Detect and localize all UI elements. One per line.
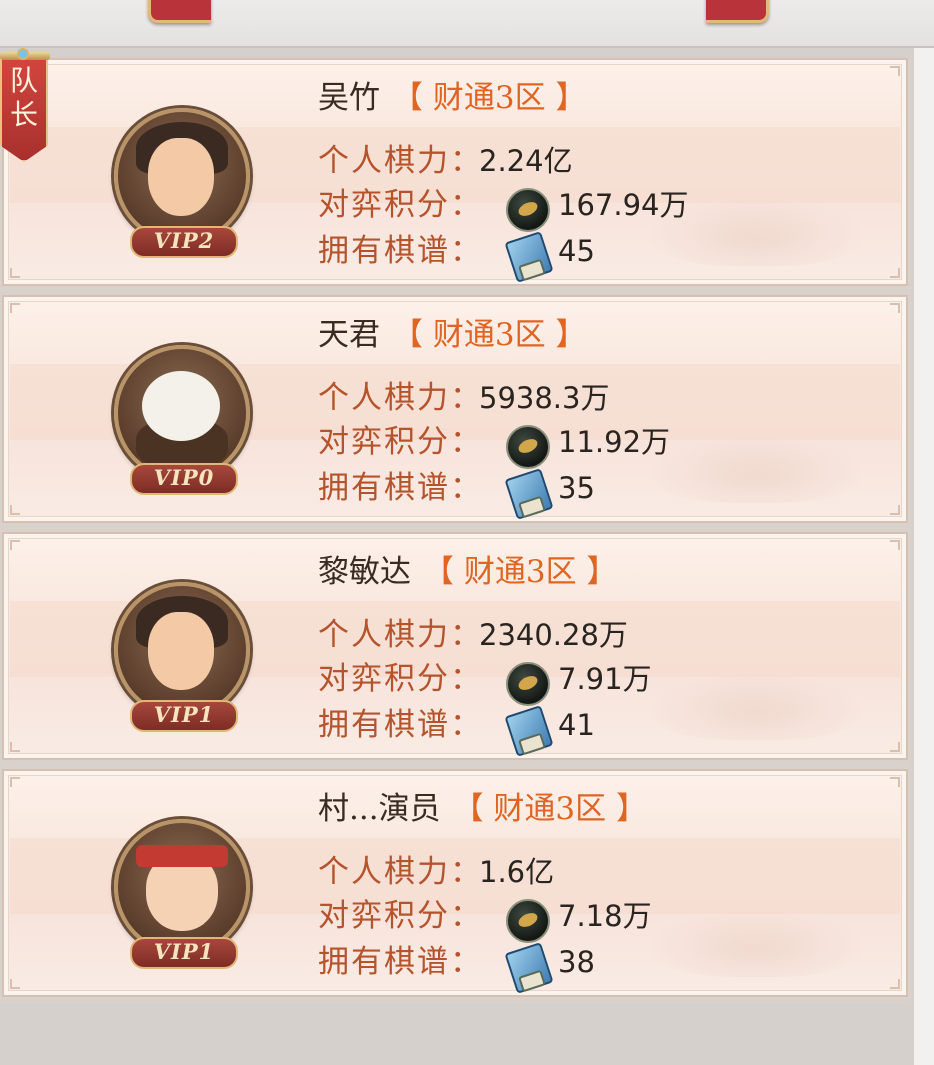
score-value: 7.91万 (558, 662, 652, 696)
go-stone-icon (506, 662, 550, 706)
manual-label: 拥有棋谱： (318, 233, 483, 269)
member-avatar[interactable]: VIP1 (110, 582, 254, 732)
power-row: 个人棋力：2340.28万 (318, 614, 628, 656)
score-label: 对弈积分： (318, 898, 483, 934)
chess-manual-book-icon (506, 471, 548, 515)
manual-row: 拥有棋谱： 35 (318, 467, 595, 509)
manual-value: 38 (558, 945, 595, 979)
team-member-list: VIP2 吴竹【 财通3区 】 个人棋力：2.24亿 对弈积分： 167.94万… (0, 58, 911, 1004)
member-card[interactable]: VIP2 吴竹【 财通3区 】 个人棋力：2.24亿 对弈积分： 167.94万… (2, 58, 908, 286)
member-avatar[interactable]: VIP2 (110, 108, 254, 258)
cloud-pattern (646, 670, 866, 740)
manual-label: 拥有棋谱： (318, 944, 483, 980)
power-value: 2.24亿 (479, 144, 573, 178)
manual-row: 拥有棋谱： 38 (318, 941, 595, 983)
vip-badge: VIP0 (130, 463, 238, 495)
top-banner-left-edge (148, 0, 211, 23)
member-card[interactable]: VIP1 村...演员【 财通3区 】 个人棋力：1.6亿 对弈积分： 7.18… (2, 769, 908, 997)
power-label: 个人棋力： (318, 617, 483, 653)
manual-value: 45 (558, 234, 595, 268)
member-card[interactable]: VIP0 天君【 财通3区 】 个人棋力：5938.3万 对弈积分： 11.92… (2, 295, 908, 523)
score-label: 对弈积分： (318, 661, 483, 697)
power-row: 个人棋力：2.24亿 (318, 140, 573, 182)
power-value: 2340.28万 (479, 618, 628, 652)
member-server: 【 财通3区 】 (392, 80, 587, 116)
member-server: 【 财通3区 】 (452, 791, 647, 827)
cloud-pattern (646, 433, 866, 503)
member-avatar[interactable]: VIP1 (110, 819, 254, 969)
member-server: 【 财通3区 】 (392, 317, 587, 353)
go-stone-icon (506, 425, 550, 469)
power-row: 个人棋力：1.6亿 (318, 851, 554, 893)
chess-manual-book-icon (506, 708, 548, 752)
manual-value: 41 (558, 708, 595, 742)
captain-text-line1: 队 (9, 64, 38, 97)
manual-row: 拥有棋谱： 45 (318, 230, 595, 272)
manual-value: 35 (558, 471, 595, 505)
member-name: 黎敏达 (318, 554, 411, 590)
member-name: 吴竹 (318, 80, 380, 116)
power-row: 个人棋力：5938.3万 (318, 377, 609, 419)
score-row: 对弈积分： 167.94万 (318, 184, 688, 232)
power-label: 个人棋力： (318, 854, 483, 890)
cloud-pattern (646, 907, 866, 977)
go-stone-icon (506, 899, 550, 943)
captain-gem-icon (17, 48, 29, 60)
score-value: 11.92万 (558, 425, 671, 459)
top-bar (0, 0, 934, 48)
member-name: 天君 (318, 317, 380, 353)
score-value: 167.94万 (558, 188, 689, 222)
manual-label: 拥有棋谱： (318, 707, 483, 743)
chess-manual-book-icon (506, 945, 548, 989)
score-label: 对弈积分： (318, 424, 483, 460)
avatar-portrait (114, 582, 250, 718)
top-banner-right-edge (706, 0, 769, 23)
score-row: 对弈积分： 7.91万 (318, 658, 652, 706)
power-label: 个人棋力： (318, 380, 483, 416)
score-row: 对弈积分： 11.92万 (318, 421, 670, 469)
power-value: 5938.3万 (479, 381, 610, 415)
manual-row: 拥有棋谱： 41 (318, 704, 595, 746)
score-label: 对弈积分： (318, 187, 483, 223)
member-server: 【 财通3区 】 (423, 554, 618, 590)
vip-badge: VIP1 (130, 937, 238, 969)
power-label: 个人棋力： (318, 143, 483, 179)
chess-manual-book-icon (506, 234, 548, 278)
avatar-portrait (114, 819, 250, 955)
go-stone-icon (506, 188, 550, 232)
member-name: 村...演员 (318, 791, 441, 827)
score-row: 对弈积分： 7.18万 (318, 895, 652, 943)
vip-badge: VIP2 (130, 226, 238, 258)
captain-text-line2: 长 (9, 98, 38, 131)
power-value: 1.6亿 (479, 855, 555, 889)
avatar-portrait (114, 108, 250, 244)
avatar-portrait (114, 345, 250, 481)
vip-badge: VIP1 (130, 700, 238, 732)
manual-label: 拥有棋谱： (318, 470, 483, 506)
captain-badge: 队 长 (0, 48, 50, 174)
member-avatar[interactable]: VIP0 (110, 345, 254, 495)
scroll-track[interactable] (914, 48, 934, 1065)
score-value: 7.18万 (558, 899, 652, 933)
member-card[interactable]: VIP1 黎敏达【 财通3区 】 个人棋力：2340.28万 对弈积分： 7.9… (2, 532, 908, 760)
